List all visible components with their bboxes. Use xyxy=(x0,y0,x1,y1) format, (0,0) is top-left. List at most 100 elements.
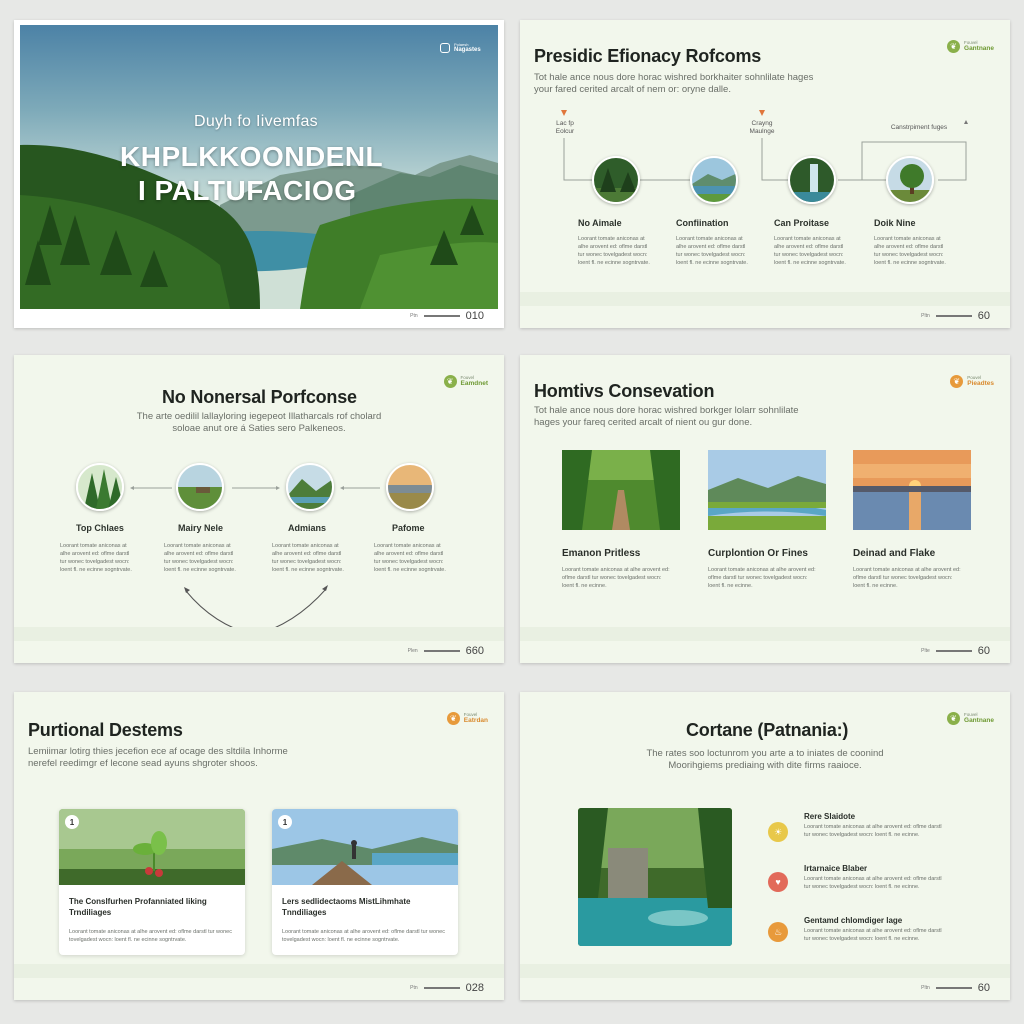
hero-title-line-1: KHPLKKOONDENL xyxy=(120,141,384,172)
card-photo-hiker xyxy=(272,809,458,885)
slide-footer: Pltn 60 xyxy=(921,310,990,322)
feature-photo-forest-lagoon xyxy=(578,808,732,946)
timeline-tick-1: Lac fp Eolcur xyxy=(555,120,575,135)
list-title-3: Gentamd chlomdiger lage xyxy=(804,916,903,925)
slide-footer: Ptn 010 xyxy=(410,310,484,322)
slide-title: Cortane (Patnania:) xyxy=(686,720,849,740)
gallery-title-3: Deinad and Flake xyxy=(853,548,936,559)
brand-logo[interactable]: ❦ Fouvel Gantnane xyxy=(947,40,994,53)
leaf-icon: ❦ xyxy=(443,375,457,388)
timeline-label-4: Doik Nine xyxy=(874,218,916,228)
process-label-3: Admians xyxy=(288,523,327,533)
process-text-1: Loorant tomate aniconas at alhe arovent … xyxy=(60,543,132,573)
timeline-photo-forest xyxy=(592,156,640,204)
timeline-tick-2: Crayng Maulnge xyxy=(749,120,775,135)
flame-icon: ♨ xyxy=(768,922,788,942)
process-photo-meadow xyxy=(176,463,224,511)
timeline-photo-tree xyxy=(886,156,934,204)
footer-divider xyxy=(423,987,460,989)
slide-footer: Plen 660 xyxy=(407,645,484,657)
timeline-text-3: Loorant tomate aniconas at alhe arovent … xyxy=(774,236,846,266)
process-label-1: Top Chlaes xyxy=(76,523,124,533)
timeline-label-2: Confiination xyxy=(676,218,729,228)
shield-icon xyxy=(440,43,450,53)
timeline-label-1: No Aimale xyxy=(578,218,622,228)
list-text-1: Loorant tomate aniconas at alhe arovent … xyxy=(804,824,942,838)
slide-subtitle: Tot hale ance nous dore horac wishred bo… xyxy=(534,72,814,96)
brand-logo[interactable]: ❦ Fouvel Eatrdan xyxy=(446,712,488,725)
brand-logo[interactable]: ❦ Pouvel Pieadtes xyxy=(950,375,994,388)
leaf-icon: ❦ xyxy=(446,712,460,725)
card-title: The Conslfurhen Profanniated Iiking Trnd… xyxy=(69,897,207,917)
slide-title: No Nonersal Porfconse xyxy=(162,387,357,407)
process-text-3: Loorant tomate aniconas at alhe arovent … xyxy=(272,543,344,573)
page-number: 60 xyxy=(977,310,990,322)
page-number: 660 xyxy=(465,645,484,657)
footer-divider xyxy=(423,315,460,317)
footer-divider xyxy=(935,987,972,989)
gallery-text-2: Loorant tomate aniconas at alhe arovent … xyxy=(708,567,816,589)
slide-title: Presidic Efionacy Rofcoms xyxy=(534,46,762,66)
slide-5-cards[interactable]: Purtional Destems Lemiimar lotirg thies … xyxy=(14,692,504,1000)
slide-3-process[interactable]: No Nonersal Porfconse The arte oedilil l… xyxy=(14,355,504,663)
gallery-photo-sunset-lake xyxy=(853,450,971,530)
hero-landscape-image: Polaesh Nagastes Duyh fo Iivemfas KHPLKK… xyxy=(20,25,498,309)
card-number-badge: 1 xyxy=(278,815,292,829)
leaf-icon: ❦ xyxy=(947,712,961,725)
page-number: 60 xyxy=(977,645,990,657)
slide-footer: Pltn 60 xyxy=(921,982,990,994)
gallery-photo-forest-path xyxy=(562,450,680,530)
process-photo-trees xyxy=(76,463,124,511)
slide-subtitle: The rates soo loctunrom you arte a to in… xyxy=(646,748,884,772)
card-text: Loorant tomate aniconas at alhe arovent … xyxy=(69,929,232,943)
timeline-tick-3: Canstrpiment fuges xyxy=(890,124,948,131)
timeline-text-4: Loorant tomate aniconas at alhe arovent … xyxy=(874,236,946,266)
process-photo-sunset xyxy=(386,463,434,511)
page-number: 028 xyxy=(465,982,484,994)
slide-1-title[interactable]: Polaesh Nagastes Duyh fo Iivemfas KHPLKK… xyxy=(14,20,504,328)
page-number: 60 xyxy=(977,982,990,994)
list-text-3: Loorant tomate aniconas at alhe arovent … xyxy=(804,928,942,942)
gallery-text-3: Loorant tomate aniconas at alhe arovent … xyxy=(853,567,961,589)
slide-title: Homtivs Consevation xyxy=(534,381,715,401)
slide-footer: Ptn 028 xyxy=(410,982,484,994)
slide-footer: Plte 60 xyxy=(921,645,990,657)
leaf-icon: ❦ xyxy=(950,375,964,388)
timeline-text-2: Loorant tomate aniconas at alhe arovent … xyxy=(676,236,748,266)
card-title: Lers sedlidectaoms MistLihmhate Tnndilia… xyxy=(282,897,411,917)
gallery-text-1: Loorant tomate aniconas at alhe arovent … xyxy=(562,567,670,589)
slide-subtitle: The arte oedilil lallayloring iegepeot I… xyxy=(136,411,382,435)
footer-divider xyxy=(423,650,460,652)
list-title-1: Rere Slaidote xyxy=(804,812,856,821)
slide-4-gallery[interactable]: Homtivs Consevation Tot hale ance nous d… xyxy=(520,355,1010,663)
timeline-photo-lake xyxy=(690,156,738,204)
footer-divider xyxy=(935,650,972,652)
heart-icon: ♥ xyxy=(768,872,788,892)
hero-brand-logo[interactable]: Polaesh Nagastes xyxy=(440,43,481,53)
list-text-2: Loorant tomate aniconas at alhe arovent … xyxy=(804,876,942,890)
gallery-title-1: Emanon Pritless xyxy=(562,548,641,559)
card-text: Loorant tomate aniconas at alhe arovent … xyxy=(282,929,445,943)
gallery-title-2: Curplontion Or Fines xyxy=(708,548,808,559)
footer-divider xyxy=(935,315,972,317)
process-photo-valley xyxy=(286,463,334,511)
process-label-2: Mairy Nele xyxy=(178,523,224,533)
brand-logo[interactable]: ❦ Fouvel Gantnane xyxy=(947,712,994,725)
slide-6-list[interactable]: Cortane (Patnania:) The rates soo loctun… xyxy=(520,692,1010,1000)
timeline-text-1: Loorant tomate aniconas at alhe arovent … xyxy=(578,236,650,266)
info-card-2[interactable]: 1 Lers sedlidectaoms MistLihmhate Tnndil… xyxy=(272,809,458,955)
slide-title: Purtional Destems xyxy=(28,720,183,740)
info-card-1[interactable]: 1 The Conslfurhen Profanniated Iiking Tr… xyxy=(59,809,245,955)
gallery-photo-river-valley xyxy=(708,450,826,530)
timeline-photo-waterfall xyxy=(788,156,836,204)
process-text-4: Loorant tomate aniconas at alhe arovent … xyxy=(374,543,446,573)
list-title-2: Irtarnaice Blaber xyxy=(804,864,868,873)
slide-2-timeline[interactable]: Presidic Efionacy Rofcoms Tot hale ance … xyxy=(520,20,1010,328)
process-label-4: Pafome xyxy=(392,523,425,533)
hero-title-line-2: I PALTUFACIOG xyxy=(138,175,357,206)
card-number-badge: 1 xyxy=(65,815,79,829)
card-photo-seedling xyxy=(59,809,245,885)
leaf-icon: ❦ xyxy=(947,40,961,53)
page-number: 010 xyxy=(465,310,484,322)
brand-logo[interactable]: ❦ Fouvel Eamdnet xyxy=(443,375,488,388)
